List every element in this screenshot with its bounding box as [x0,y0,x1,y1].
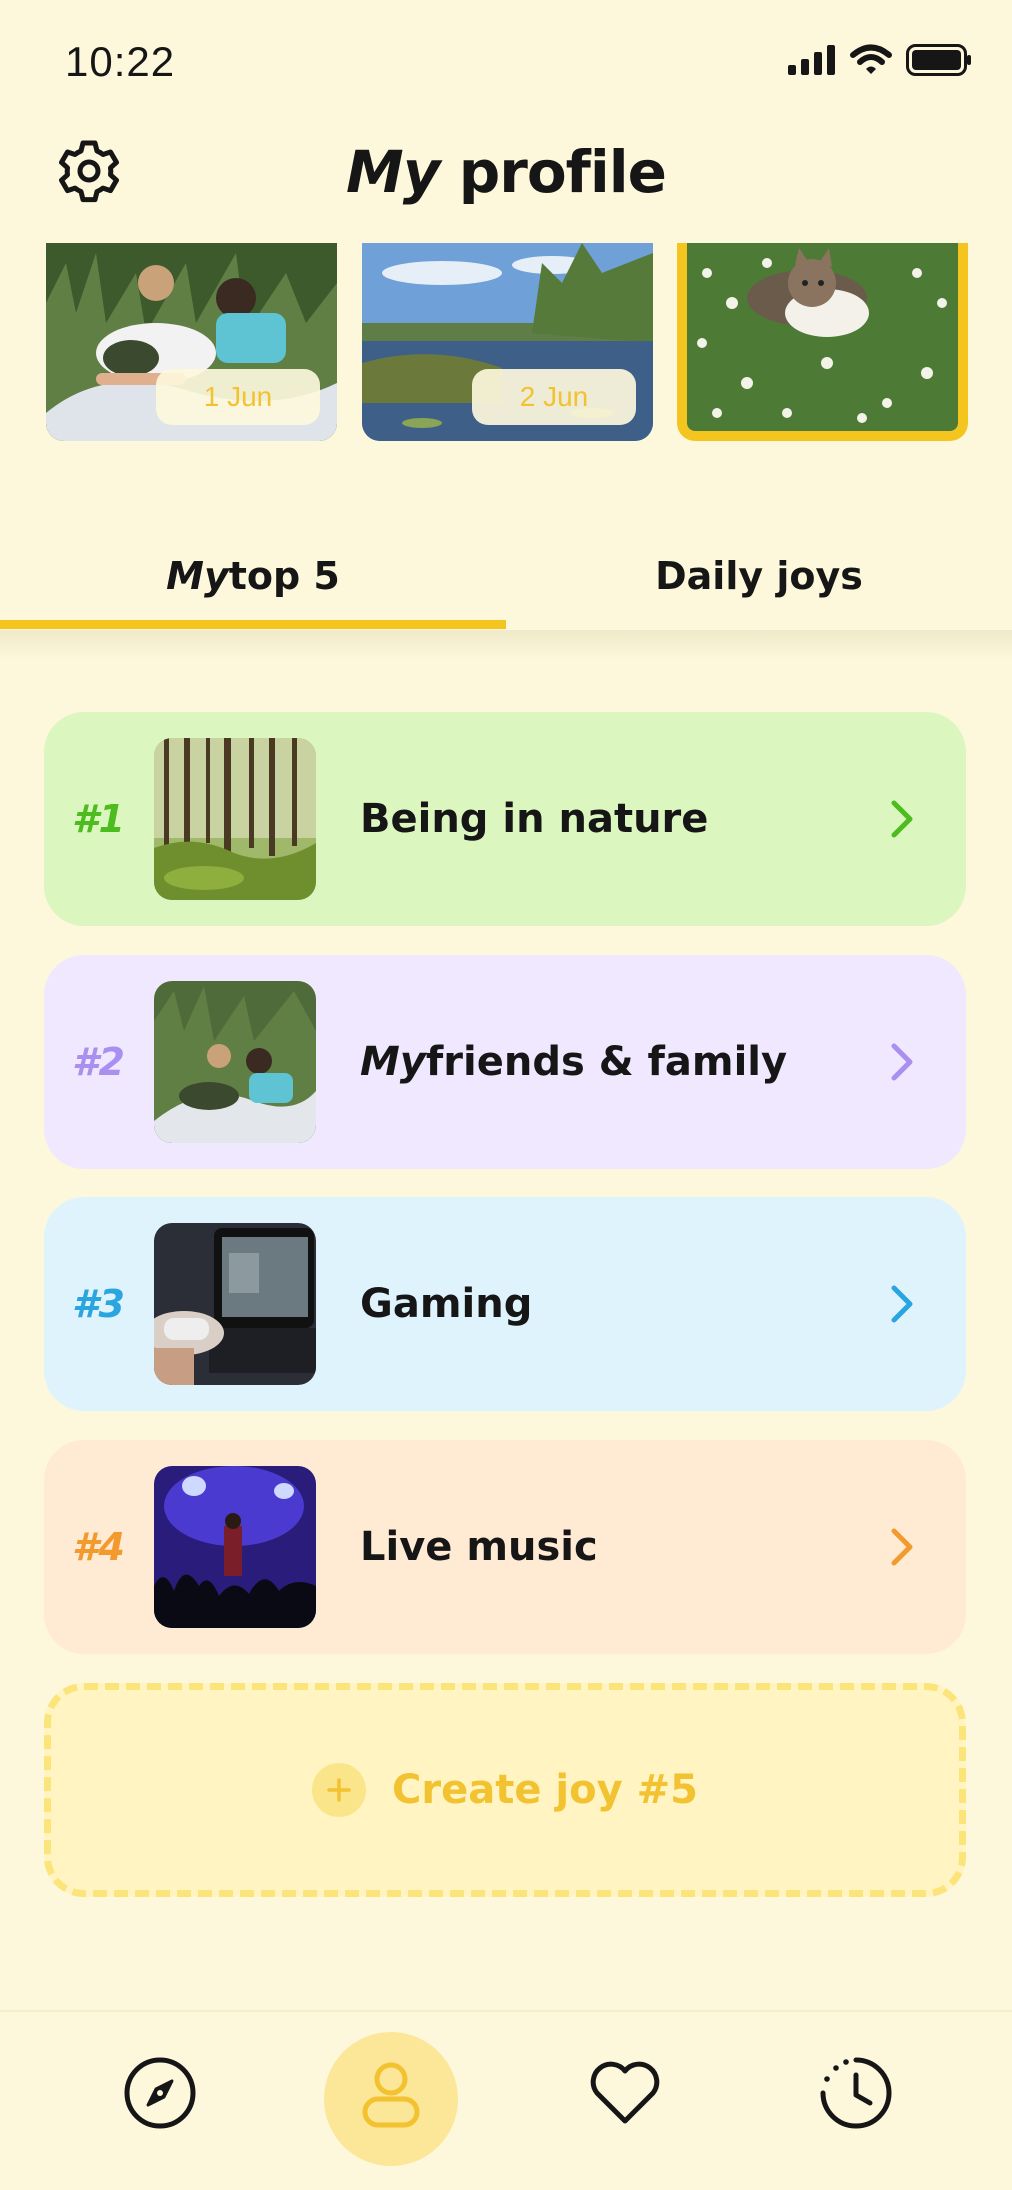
nav-favorites[interactable] [582,2050,668,2136]
battery-icon [906,44,971,76]
chevron-right-icon [891,1528,913,1566]
tab-label-part2: top 5 [228,554,340,598]
chevron-right-icon [891,1043,913,1081]
tab-bar: My top 5 Daily joys [0,520,1012,632]
page-title-part2: profile [439,138,667,206]
tab-label: Daily joys [655,554,863,598]
photo-date-badge: 1 Jun [156,369,320,425]
chevron-right-icon [891,1285,913,1323]
cat-photo [687,243,958,431]
joy-card-4[interactable]: #4 Live music [44,1440,966,1654]
joy-rank: #1 [72,797,125,841]
history-icon [820,2057,892,2129]
heart-icon [590,2061,660,2124]
joy-thumbnail-gaming [154,1223,316,1385]
joy-title-part2: friends & family [425,1039,788,1085]
status-icons [788,44,972,76]
create-joy-label: Create joy #5 [392,1767,698,1813]
joy-thumbnail-live-music [154,1466,316,1628]
joy-thumbnail-friends [154,981,316,1143]
joy-card-3[interactable]: #3 Gaming [44,1197,966,1411]
joy-thumbnail-nature [154,738,316,900]
photo-card-lake[interactable]: 2 Jun [362,243,653,441]
bottom-nav [0,2010,1012,2190]
joy-card-1[interactable]: #1 Being in nature [44,712,966,926]
joy-rank: #3 [72,1282,125,1326]
nav-profile[interactable] [348,2050,434,2136]
status-time: 10:22 [65,38,176,85]
page-title: My profile [0,138,1012,206]
tabs-divider-shadow [0,630,1012,660]
page-title-part1: My [345,138,441,206]
joy-card-2[interactable]: #2 My friends & family [44,955,966,1169]
nav-explore[interactable] [117,2050,203,2136]
joy-title: Gaming [360,1281,533,1327]
joy-title: Being in nature [360,796,709,842]
photo-card-cat-selected[interactable] [677,243,968,441]
nav-history[interactable] [813,2050,899,2136]
profile-icon [362,2062,420,2128]
tab-label-part1: My [166,554,229,598]
joy-rank: #2 [72,1040,125,1084]
photo-card-friends[interactable]: 1 Jun [46,243,337,441]
joy-title-part1: My [360,1039,426,1085]
photo-date-badge: 2 Jun [472,369,636,425]
wifi-icon [850,44,892,74]
chevron-right-icon [891,800,913,838]
joy-title: Live music [360,1524,598,1570]
header: My profile [0,130,1012,230]
create-joy-button[interactable]: Create joy #5 [44,1683,966,1897]
tab-daily-joys[interactable]: Daily joys [506,520,1012,632]
active-tab-indicator [0,620,506,629]
signal-icon [788,45,835,75]
joy-rank: #4 [72,1525,125,1569]
daily-photo-strip: 1 Jun 2 Jun [0,243,1012,443]
plus-icon [312,1763,367,1817]
compass-icon [124,2057,196,2129]
tab-my-top-5[interactable]: My top 5 [0,520,506,632]
joy-title: My friends & family [360,955,787,1169]
status-bar: 10:22 [0,0,1012,120]
